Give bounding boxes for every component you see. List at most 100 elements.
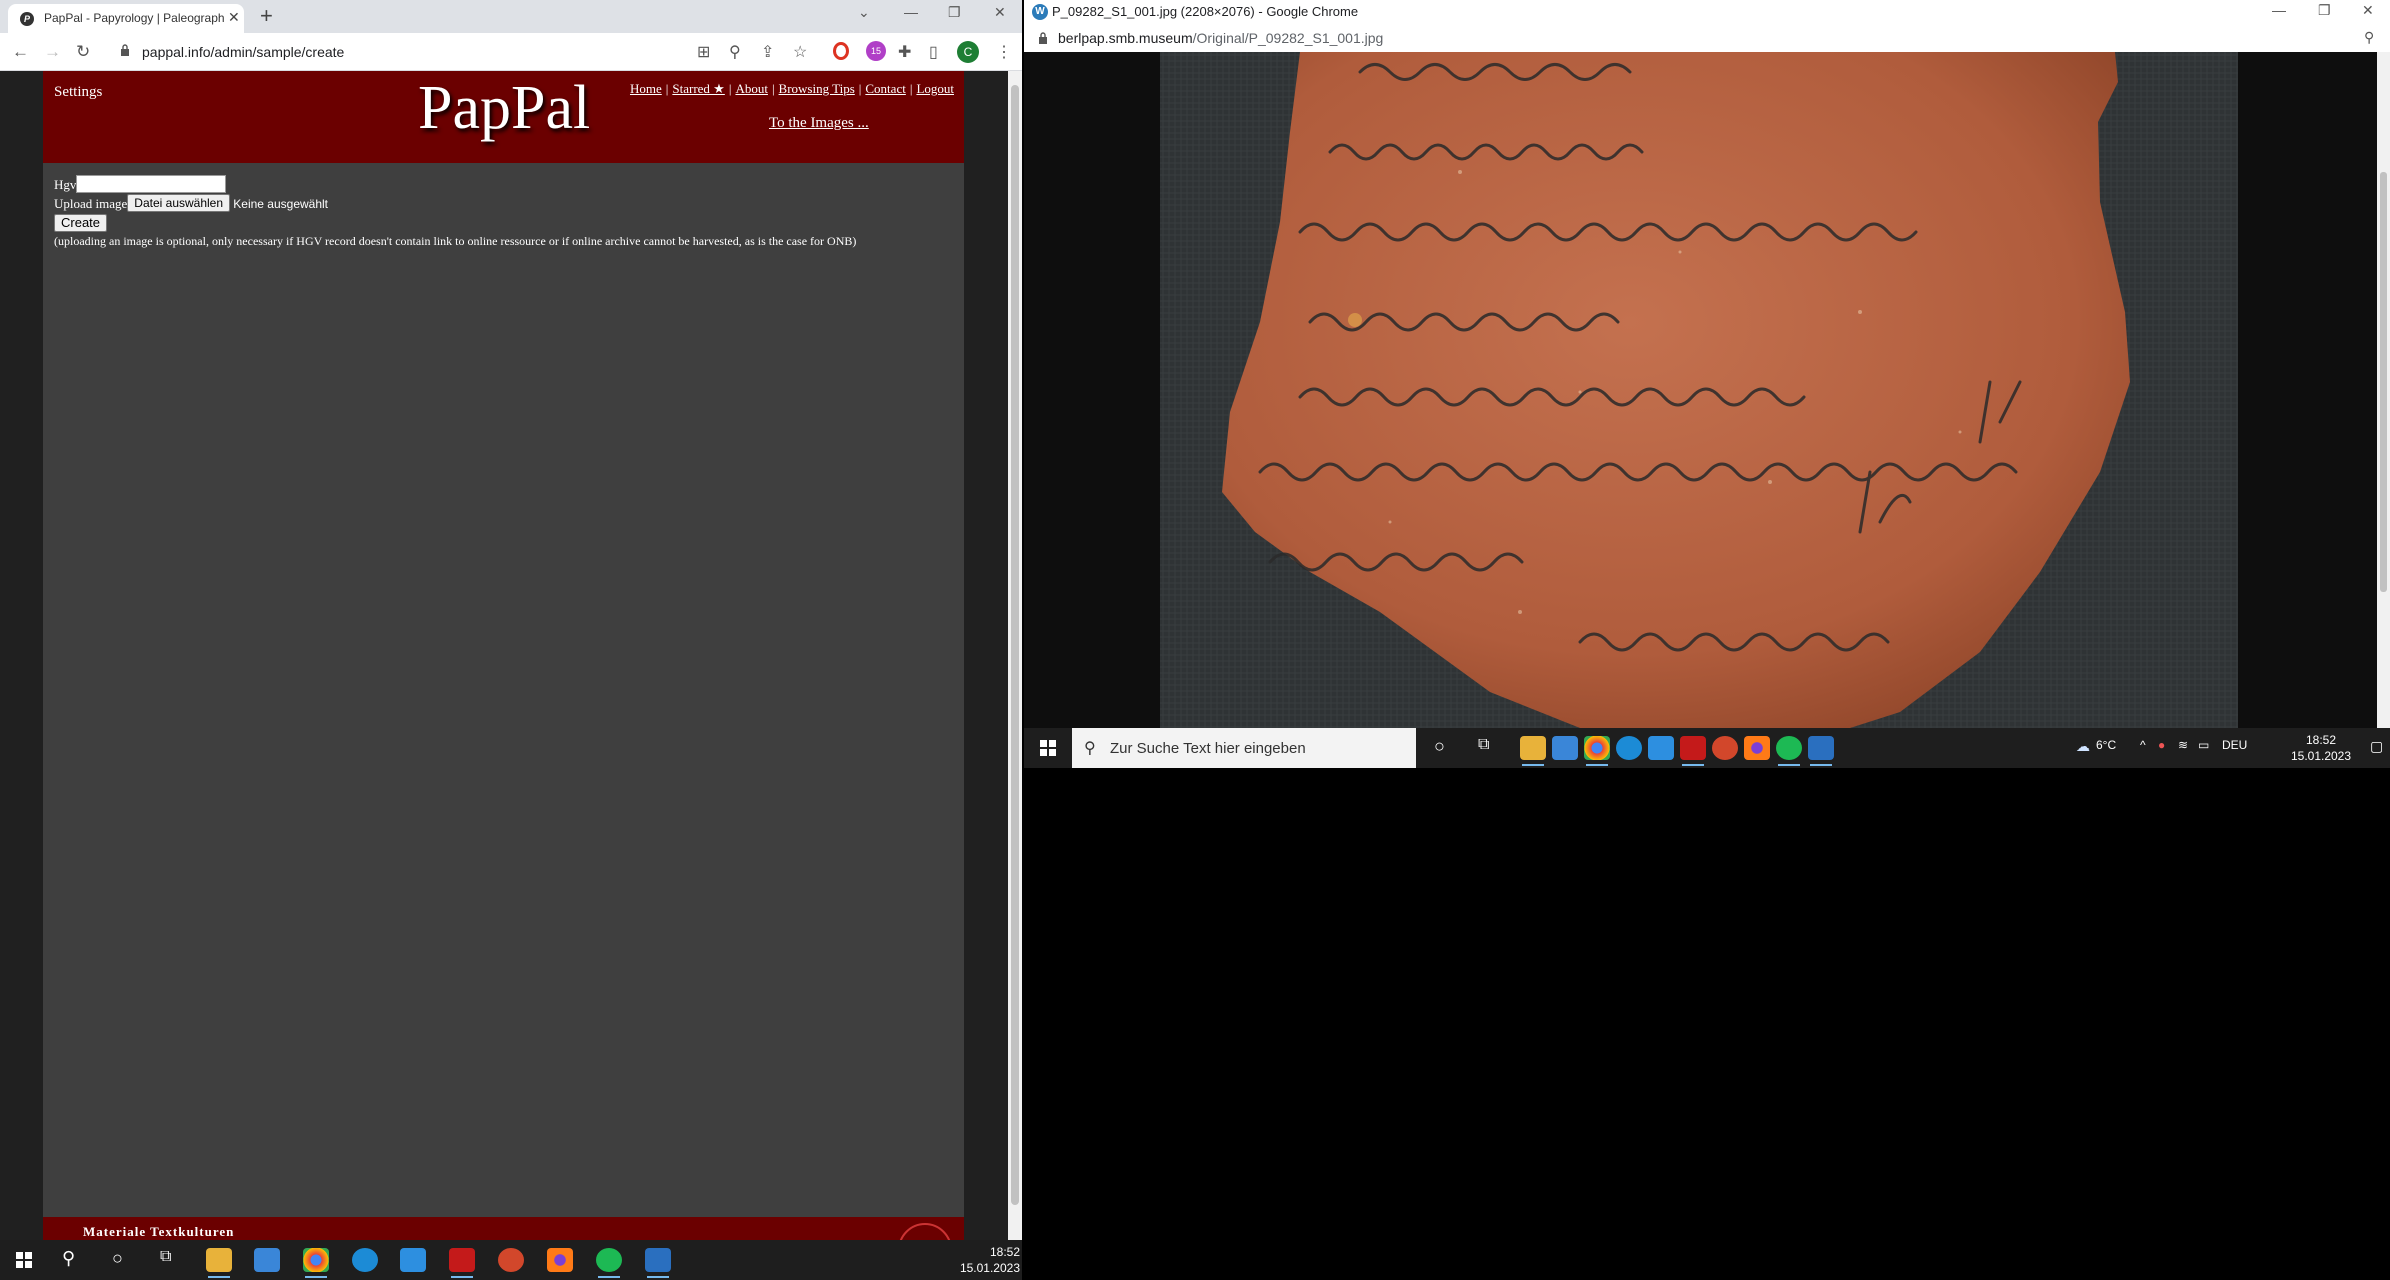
right-zoom-icon[interactable]: ⚲ (2364, 29, 2374, 46)
nav-home[interactable]: Home (630, 81, 662, 96)
nav-browsing-tips[interactable]: Browsing Tips (779, 81, 855, 96)
new-tab-icon[interactable]: + (260, 3, 273, 29)
ostracon-photo[interactable] (1160, 52, 2238, 728)
cortana-icon[interactable]: ○ (1434, 736, 1445, 757)
right-title-bar: W P_09282_S1_001.jpg (2208×2076) - Googl… (1024, 0, 2390, 24)
right-close-icon[interactable]: ✕ (2362, 2, 2374, 19)
bottom-powerpoint-icon[interactable] (498, 1248, 524, 1272)
left-scrollbar[interactable] (1008, 71, 1022, 1240)
bookmark-star-icon[interactable]: ☆ (793, 42, 807, 62)
pappal-page: Settings PapPal Home | Starred ★ | About | Bro… (43, 71, 964, 1240)
top-nav: Home | Starred ★ | About | Browsing Tips | Conta… (629, 81, 954, 96)
minimize-icon[interactable]: — (904, 4, 918, 20)
bottom-store-icon[interactable] (254, 1248, 280, 1272)
share-icon[interactable]: ⇪ (761, 42, 774, 62)
firefox-icon[interactable] (1744, 736, 1770, 760)
bottom-task-view-icon[interactable]: ⧉ (160, 1248, 171, 1266)
ostracon-image (1160, 52, 2238, 728)
right-scrollbar-thumb[interactable] (2380, 172, 2387, 592)
weather-temp: 6°C (2096, 738, 2117, 752)
create-button[interactable]: Create (54, 214, 108, 232)
bottom-edge-icon[interactable] (352, 1248, 378, 1272)
tray-chevron-icon[interactable]: ^ (2140, 738, 2146, 752)
address-bar[interactable]: pappal.info/admin/sample/create (112, 38, 712, 66)
right-taskbar: ⚲ Zur Suche Text hier eingeben ○ ⧉ ☁ 6°C… (1024, 728, 2390, 768)
right-minimize-icon[interactable]: — (2272, 2, 2286, 18)
pappal-favicon-icon: P (20, 12, 34, 26)
forward-icon[interactable]: → (44, 42, 61, 62)
scrollbar-thumb[interactable] (1011, 85, 1019, 1205)
profile-avatar[interactable]: C (957, 41, 979, 63)
tab-pappal[interactable]: P PapPal - Papyrology | Paleography ✕ (8, 4, 244, 33)
menu-kebab-icon[interactable]: ⋮ (996, 42, 1012, 62)
mail-icon[interactable] (1648, 736, 1674, 760)
choose-file-button[interactable]: Datei auswählen (127, 194, 231, 212)
bottom-file-explorer-icon[interactable] (206, 1248, 232, 1278)
reload-icon[interactable]: ↻ (76, 42, 90, 62)
extension-red-icon[interactable] (833, 42, 849, 60)
right-scrollbar[interactable] (2377, 52, 2390, 728)
acrobat-icon[interactable] (1680, 736, 1706, 766)
extensions-puzzle-icon[interactable]: ✚ (898, 42, 911, 62)
tab-title: PapPal - Papyrology | Paleography (44, 11, 224, 25)
image-viewer (1024, 52, 2377, 728)
edge-icon[interactable] (1616, 736, 1642, 760)
photos-icon[interactable] (1808, 736, 1834, 766)
page-viewport: Settings PapPal Home | Starred ★ | About | Bro… (0, 71, 1008, 1240)
restore-icon[interactable]: ❐ (948, 4, 961, 21)
hgv-label: Hgv (54, 177, 77, 192)
right-window-title: P_09282_S1_001.jpg (2208×2076) - Google … (1052, 4, 1359, 19)
bottom-start-icon[interactable] (16, 1252, 32, 1268)
bottom-photos-icon[interactable] (645, 1248, 671, 1278)
bottom-search-icon[interactable]: ⚲ (62, 1248, 75, 1269)
bottom-mail-icon[interactable] (400, 1248, 426, 1272)
zoom-icon[interactable]: ⚲ (729, 42, 741, 62)
header-banner: Settings PapPal Home | Starred ★ | About | Bro… (43, 71, 964, 163)
bottom-chrome-icon[interactable] (303, 1248, 329, 1278)
footer-text: Materiale Textkulturen (83, 1224, 235, 1239)
powerpoint-icon[interactable] (1712, 736, 1738, 760)
footer-banner: Materiale Textkulturen (43, 1217, 964, 1240)
tab-search-icon[interactable]: ⌄ (858, 4, 870, 21)
right-restore-icon[interactable]: ❐ (2318, 2, 2331, 19)
bottom-acrobat-icon[interactable] (449, 1248, 475, 1278)
settings-link[interactable]: Settings (54, 84, 102, 101)
extension-purple-icon[interactable]: 15 (866, 41, 886, 61)
language-indicator[interactable]: DEU (2222, 738, 2247, 752)
create-sample-form: Hgv Upload image Datei auswählen Keine au… (54, 175, 856, 251)
nav-about[interactable]: About (735, 81, 768, 96)
taskbar-clock[interactable]: 18:52 15.01.2023 (2286, 732, 2356, 764)
spotify-icon[interactable] (1776, 736, 1802, 766)
nav-contact[interactable]: Contact (865, 81, 905, 96)
file-explorer-icon[interactable] (1520, 736, 1546, 766)
store-icon[interactable] (1552, 736, 1578, 760)
right-address-bar[interactable]: berlpap.smb.museum/Original/P_09282_S1_0… (1024, 24, 2390, 52)
wordpress-favicon-icon: W (1032, 4, 1048, 20)
bottom-clock[interactable]: 18:52 15.01.2023 (955, 1244, 1020, 1276)
bottom-clock-time: 18:52 (989, 1245, 1020, 1259)
network-icon[interactable]: ≋ (2178, 738, 2188, 752)
to-images-link[interactable]: To the Images ... (769, 115, 869, 132)
windows-start-icon[interactable] (1040, 740, 1056, 756)
nav-starred[interactable]: Starred ★ (672, 81, 724, 96)
battery-icon[interactable]: ▭ (2198, 738, 2209, 752)
task-view-icon[interactable]: ⧉ (1478, 736, 1489, 754)
notifications-icon[interactable]: ▢ (2370, 738, 2383, 755)
tab-close-icon[interactable]: ✕ (228, 9, 240, 26)
nav-logout[interactable]: Logout (916, 81, 954, 96)
bottom-spotify-icon[interactable] (596, 1248, 622, 1278)
close-window-icon[interactable]: ✕ (994, 4, 1006, 21)
bottom-clock-date: 15.01.2023 (959, 1261, 1020, 1275)
weather-icon[interactable]: ☁ (2076, 738, 2090, 755)
side-panel-icon[interactable]: ▯ (929, 42, 938, 62)
taskbar-search[interactable]: ⚲ Zur Suche Text hier eingeben (1072, 728, 1416, 768)
file-status: Keine ausgewählt (233, 197, 329, 211)
tray-app-icon[interactable]: ● (2158, 738, 2165, 752)
bottom-cortana-icon[interactable]: ○ (112, 1248, 123, 1269)
translate-icon[interactable]: ⊞ (697, 42, 710, 62)
hgv-input[interactable] (76, 175, 227, 193)
back-icon[interactable]: ← (12, 42, 29, 62)
chrome-icon[interactable] (1584, 736, 1610, 766)
bottom-firefox-icon[interactable] (547, 1248, 573, 1272)
right-url-host: berlpap.smb.museum (1058, 30, 1193, 46)
